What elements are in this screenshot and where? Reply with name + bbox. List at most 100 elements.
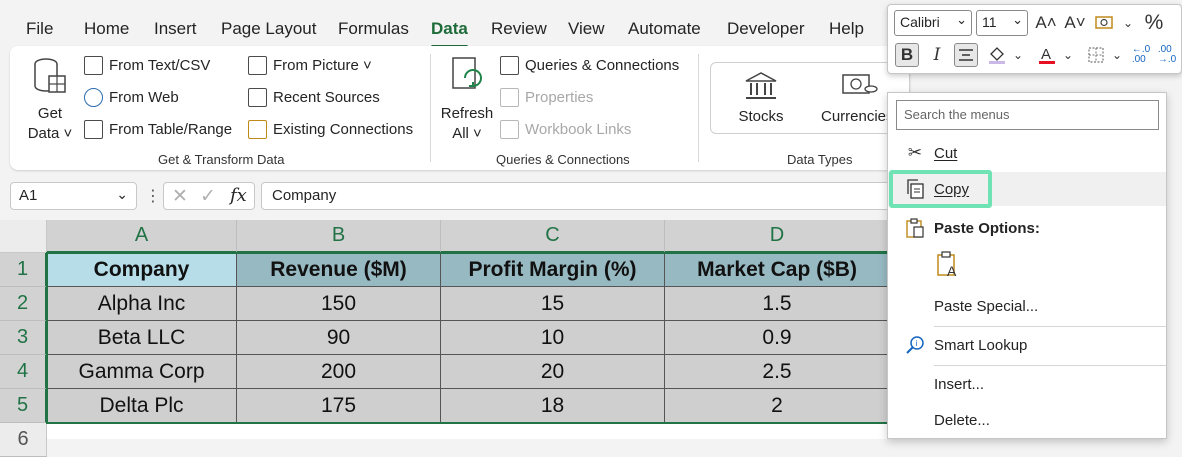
row-header-3[interactable]: 3 (0, 321, 47, 355)
row-header-2[interactable]: 2 (0, 287, 47, 321)
cell-a5[interactable]: Delta Plc (47, 389, 237, 423)
tab-developer[interactable]: Developer (727, 19, 805, 39)
insert-function-icon[interactable]: fx (230, 185, 247, 206)
svg-text:A: A (1041, 46, 1051, 63)
column-header-c[interactable]: C (441, 220, 665, 253)
recent-sources-icon (248, 88, 267, 107)
cell-d1[interactable]: Market Cap ($B) (665, 253, 890, 287)
tab-automate[interactable]: Automate (628, 19, 701, 39)
menu-item-delete[interactable]: Delete... (888, 403, 1166, 437)
from-table-range-label: From Table/Range (109, 121, 233, 138)
paste-options-header: Paste Options: (888, 211, 1166, 245)
name-box-value: A1 (19, 187, 38, 204)
cell-c5[interactable]: 18 (441, 389, 665, 423)
cell-a1[interactable]: Company (47, 253, 237, 287)
queries-connections-button[interactable]: Queries & Connections (500, 56, 679, 75)
column-header-b[interactable]: B (237, 220, 441, 253)
italic-button[interactable]: I (925, 43, 949, 67)
select-all-corner[interactable] (0, 220, 47, 253)
get-data-button[interactable]: Get Data ˅ (24, 56, 76, 144)
cut-label: Cut (934, 144, 958, 162)
tab-view[interactable]: View (568, 19, 605, 39)
properties-button[interactable]: Properties (500, 88, 593, 107)
tab-data[interactable]: Data (431, 19, 468, 48)
from-web-button[interactable]: From Web (84, 88, 179, 107)
row-header-5[interactable]: 5 (0, 389, 47, 423)
from-text-csv-button[interactable]: From Text/CSV (84, 56, 210, 75)
menu-item-cut[interactable]: ✂ Cut (888, 136, 1166, 170)
refresh-all-button[interactable]: Refresh All ˅ (440, 56, 494, 144)
menu-item-paste-special[interactable]: Paste Special... (888, 289, 1166, 323)
chevron-down-icon[interactable]: ⌄ (1105, 43, 1129, 67)
bold-button[interactable]: B (895, 43, 919, 67)
grow-font-button[interactable]: A˄ (1034, 11, 1058, 35)
enter-icon[interactable]: ✓ (200, 185, 216, 208)
menu-item-insert[interactable]: Insert... (888, 367, 1166, 401)
chevron-down-icon[interactable]: ⌄ (1006, 43, 1030, 67)
scissors-icon: ✂ (907, 143, 923, 162)
decrease-decimal-icon[interactable]: .00 →.0 (1155, 43, 1179, 67)
chevron-down-icon[interactable]: ⌄ (1116, 11, 1140, 35)
cell-b5[interactable]: 175 (237, 389, 441, 423)
cancel-icon[interactable]: ✕ (172, 185, 188, 208)
chevron-down-icon[interactable]: ⌄ (1056, 43, 1080, 67)
tab-file[interactable]: File (26, 19, 53, 39)
cell-b4[interactable]: 200 (237, 355, 441, 389)
tab-home[interactable]: Home (84, 19, 129, 39)
tab-help[interactable]: Help (829, 19, 864, 39)
get-data-label-1: Get (37, 105, 63, 122)
recent-sources-button[interactable]: Recent Sources (248, 88, 380, 107)
cell-a2[interactable]: Alpha Inc (47, 287, 237, 321)
cell-b2[interactable]: 150 (237, 287, 441, 321)
menu-item-smart-lookup[interactable]: i Smart Lookup (888, 328, 1166, 362)
workbook-links-button[interactable]: Workbook Links (500, 120, 631, 139)
tab-insert[interactable]: Insert (154, 19, 197, 39)
number-format-icon[interactable] (1093, 11, 1117, 35)
cell-d2[interactable]: 1.5 (665, 287, 890, 321)
menu-separator (934, 365, 1166, 366)
stocks-button[interactable]: Stocks (729, 71, 793, 127)
ribbon: Get Data ˅ From Text/CSV From Web From T… (10, 46, 910, 170)
cell-c1[interactable]: Profit Margin (%) (441, 253, 665, 287)
from-table-range-button[interactable]: From Table/Range (84, 120, 232, 139)
from-picture-button[interactable]: From Picture ˅ (248, 56, 372, 75)
cell-b3[interactable]: 90 (237, 321, 441, 355)
cell-b1[interactable]: Revenue ($M) (237, 253, 441, 287)
cell-d5[interactable]: 2 (665, 389, 890, 423)
cell-a3[interactable]: Beta LLC (47, 321, 237, 355)
chevron-down-icon[interactable]: ⌄ (116, 186, 128, 203)
tab-page-layout[interactable]: Page Layout (221, 19, 316, 39)
row-header-1[interactable]: 1 (0, 253, 47, 287)
percent-style-button[interactable]: % (1142, 11, 1166, 35)
column-header-d[interactable]: D (665, 220, 890, 253)
chevron-down-icon: ⌄ (956, 12, 967, 27)
existing-connections-button[interactable]: Existing Connections (248, 120, 413, 139)
column-header-a[interactable]: A (47, 220, 237, 253)
cell-a4[interactable]: Gamma Corp (47, 355, 237, 389)
cell-c2[interactable]: 15 (441, 287, 665, 321)
cell-d4[interactable]: 2.5 (665, 355, 890, 389)
tab-review[interactable]: Review (491, 19, 547, 39)
context-menu: Search the menus ✂ Cut Copy Paste Option… (887, 92, 1167, 439)
row-header-6[interactable]: 6 (0, 423, 47, 457)
row-header-4[interactable]: 4 (0, 355, 47, 389)
tab-formulas[interactable]: Formulas (338, 19, 409, 39)
cell-c3[interactable]: 10 (441, 321, 665, 355)
delete-label: Delete... (934, 411, 990, 429)
cell-d3[interactable]: 0.9 (665, 321, 890, 355)
more-options-icon[interactable]: ⋮ (145, 186, 161, 206)
queries-connections-label: Queries & Connections (525, 57, 680, 74)
menu-search-input[interactable]: Search the menus (896, 100, 1159, 130)
shrink-font-button[interactable]: A˅ (1063, 11, 1087, 35)
table-icon (84, 120, 103, 139)
font-name-select[interactable]: Calibri ⌄ (894, 10, 972, 36)
properties-icon (500, 88, 519, 107)
formula-input[interactable]: Company (261, 182, 901, 210)
increase-decimal-icon[interactable]: ←.0.00 (1129, 43, 1153, 67)
paste-button[interactable]: A (936, 251, 962, 284)
font-size-select[interactable]: 11 ⌄ (976, 10, 1028, 36)
align-center-icon[interactable] (954, 43, 978, 67)
refresh-icon (452, 57, 482, 89)
cell-c4[interactable]: 20 (441, 355, 665, 389)
name-box[interactable]: A1 ⌄ (10, 182, 137, 210)
